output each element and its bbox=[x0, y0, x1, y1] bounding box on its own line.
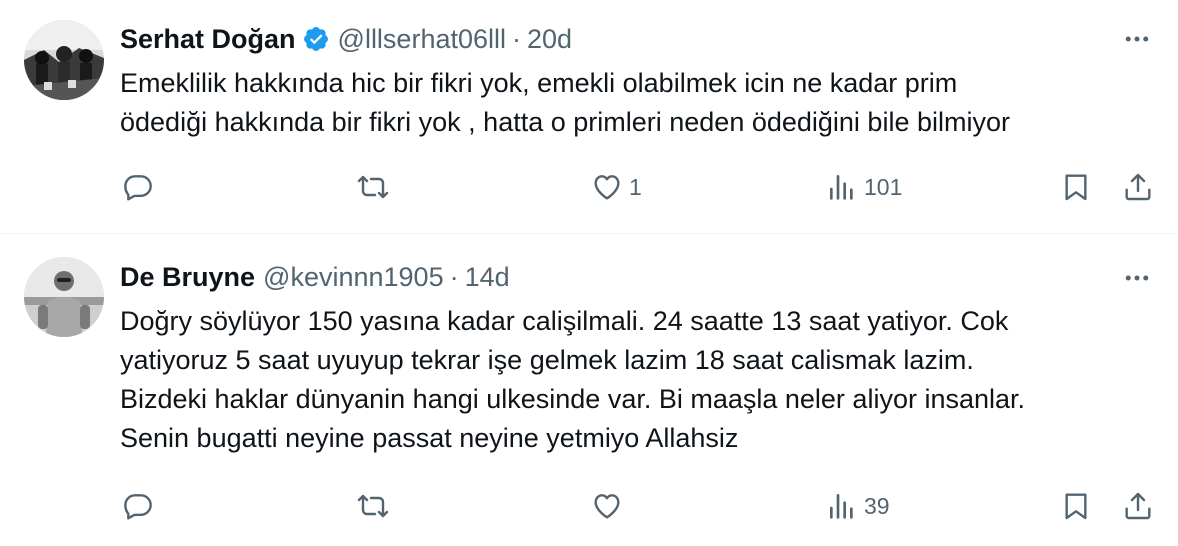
share-button[interactable] bbox=[1122, 486, 1154, 526]
views-icon bbox=[830, 175, 853, 200]
like-icon bbox=[594, 494, 620, 519]
avatar[interactable] bbox=[24, 257, 104, 337]
timestamp[interactable]: 14d bbox=[465, 262, 510, 293]
more-icon[interactable] bbox=[1120, 261, 1154, 295]
views-icon bbox=[830, 494, 853, 519]
like-button[interactable]: 1 bbox=[591, 167, 642, 207]
view-count: 101 bbox=[864, 173, 903, 200]
tweet-text-line: Doğry söylüyor 150 yasına kadar calişilm… bbox=[120, 306, 1009, 336]
author-name[interactable]: Serhat Doğan bbox=[120, 24, 296, 55]
action-bar: 39 bbox=[0, 486, 1178, 526]
tweet[interactable]: Serhat Doğan @lllserhat06lll · 20d Emekl… bbox=[0, 0, 1178, 233]
tweet-header: De Bruyne @kevinnn1905 · 14d bbox=[120, 259, 510, 295]
tweet-text-line: Senin bugatti neyine passat neyine yetmi… bbox=[120, 423, 739, 453]
views-button[interactable]: 39 bbox=[826, 486, 890, 526]
retweet-button[interactable] bbox=[357, 167, 389, 207]
reply-icon bbox=[124, 175, 152, 201]
like-count: 1 bbox=[629, 173, 642, 200]
like-button[interactable] bbox=[591, 486, 623, 526]
share-button[interactable] bbox=[1122, 167, 1154, 207]
retweet-icon bbox=[357, 494, 389, 518]
tweet-text: Emeklilik hakkında hic bir fikri yok, em… bbox=[120, 64, 1160, 142]
reply-button[interactable] bbox=[122, 167, 154, 207]
retweet-icon bbox=[357, 175, 389, 199]
more-icon[interactable] bbox=[1120, 22, 1154, 56]
retweet-button[interactable] bbox=[357, 486, 389, 526]
tweet-text-line: Emeklilik hakkında hic bir fikri yok, em… bbox=[120, 68, 958, 98]
separator: · bbox=[449, 261, 459, 292]
avatar[interactable] bbox=[24, 20, 104, 100]
tweet[interactable]: De Bruyne @kevinnn1905 · 14d Doğry söylü… bbox=[0, 234, 1178, 546]
bookmark-button[interactable] bbox=[1060, 486, 1092, 526]
author-handle[interactable]: @lllserhat06lll bbox=[338, 24, 506, 55]
tweet-text: Doğry söylüyor 150 yasına kadar calişilm… bbox=[120, 302, 1160, 458]
view-count: 39 bbox=[864, 492, 890, 519]
author-name[interactable]: De Bruyne bbox=[120, 262, 255, 293]
bookmark-button[interactable] bbox=[1060, 167, 1092, 207]
like-icon bbox=[594, 175, 620, 200]
tweet-text-line: ödediği hakkında bir fikri yok , hatta o… bbox=[120, 107, 1010, 137]
share-icon bbox=[1125, 492, 1151, 520]
reply-icon bbox=[124, 494, 152, 520]
tweet-header: Serhat Doğan @lllserhat06lll · 20d bbox=[120, 21, 572, 57]
verified-icon[interactable] bbox=[302, 25, 330, 53]
bookmark-icon bbox=[1065, 493, 1087, 520]
action-bar: 1 101 bbox=[0, 167, 1178, 207]
reply-button[interactable] bbox=[122, 486, 154, 526]
views-button[interactable]: 101 bbox=[826, 167, 902, 207]
share-icon bbox=[1125, 173, 1151, 201]
bookmark-icon bbox=[1065, 174, 1087, 201]
tweet-text-line: yatiyoruz 5 saat uyuyup tekrar işe gelme… bbox=[120, 345, 974, 375]
author-handle[interactable]: @kevinnn1905 bbox=[263, 262, 444, 293]
tweet-text-line: Bizdeki haklar dünyanin hangi ulkesinde … bbox=[120, 384, 1026, 414]
timestamp[interactable]: 20d bbox=[527, 24, 572, 55]
separator: · bbox=[512, 23, 522, 54]
